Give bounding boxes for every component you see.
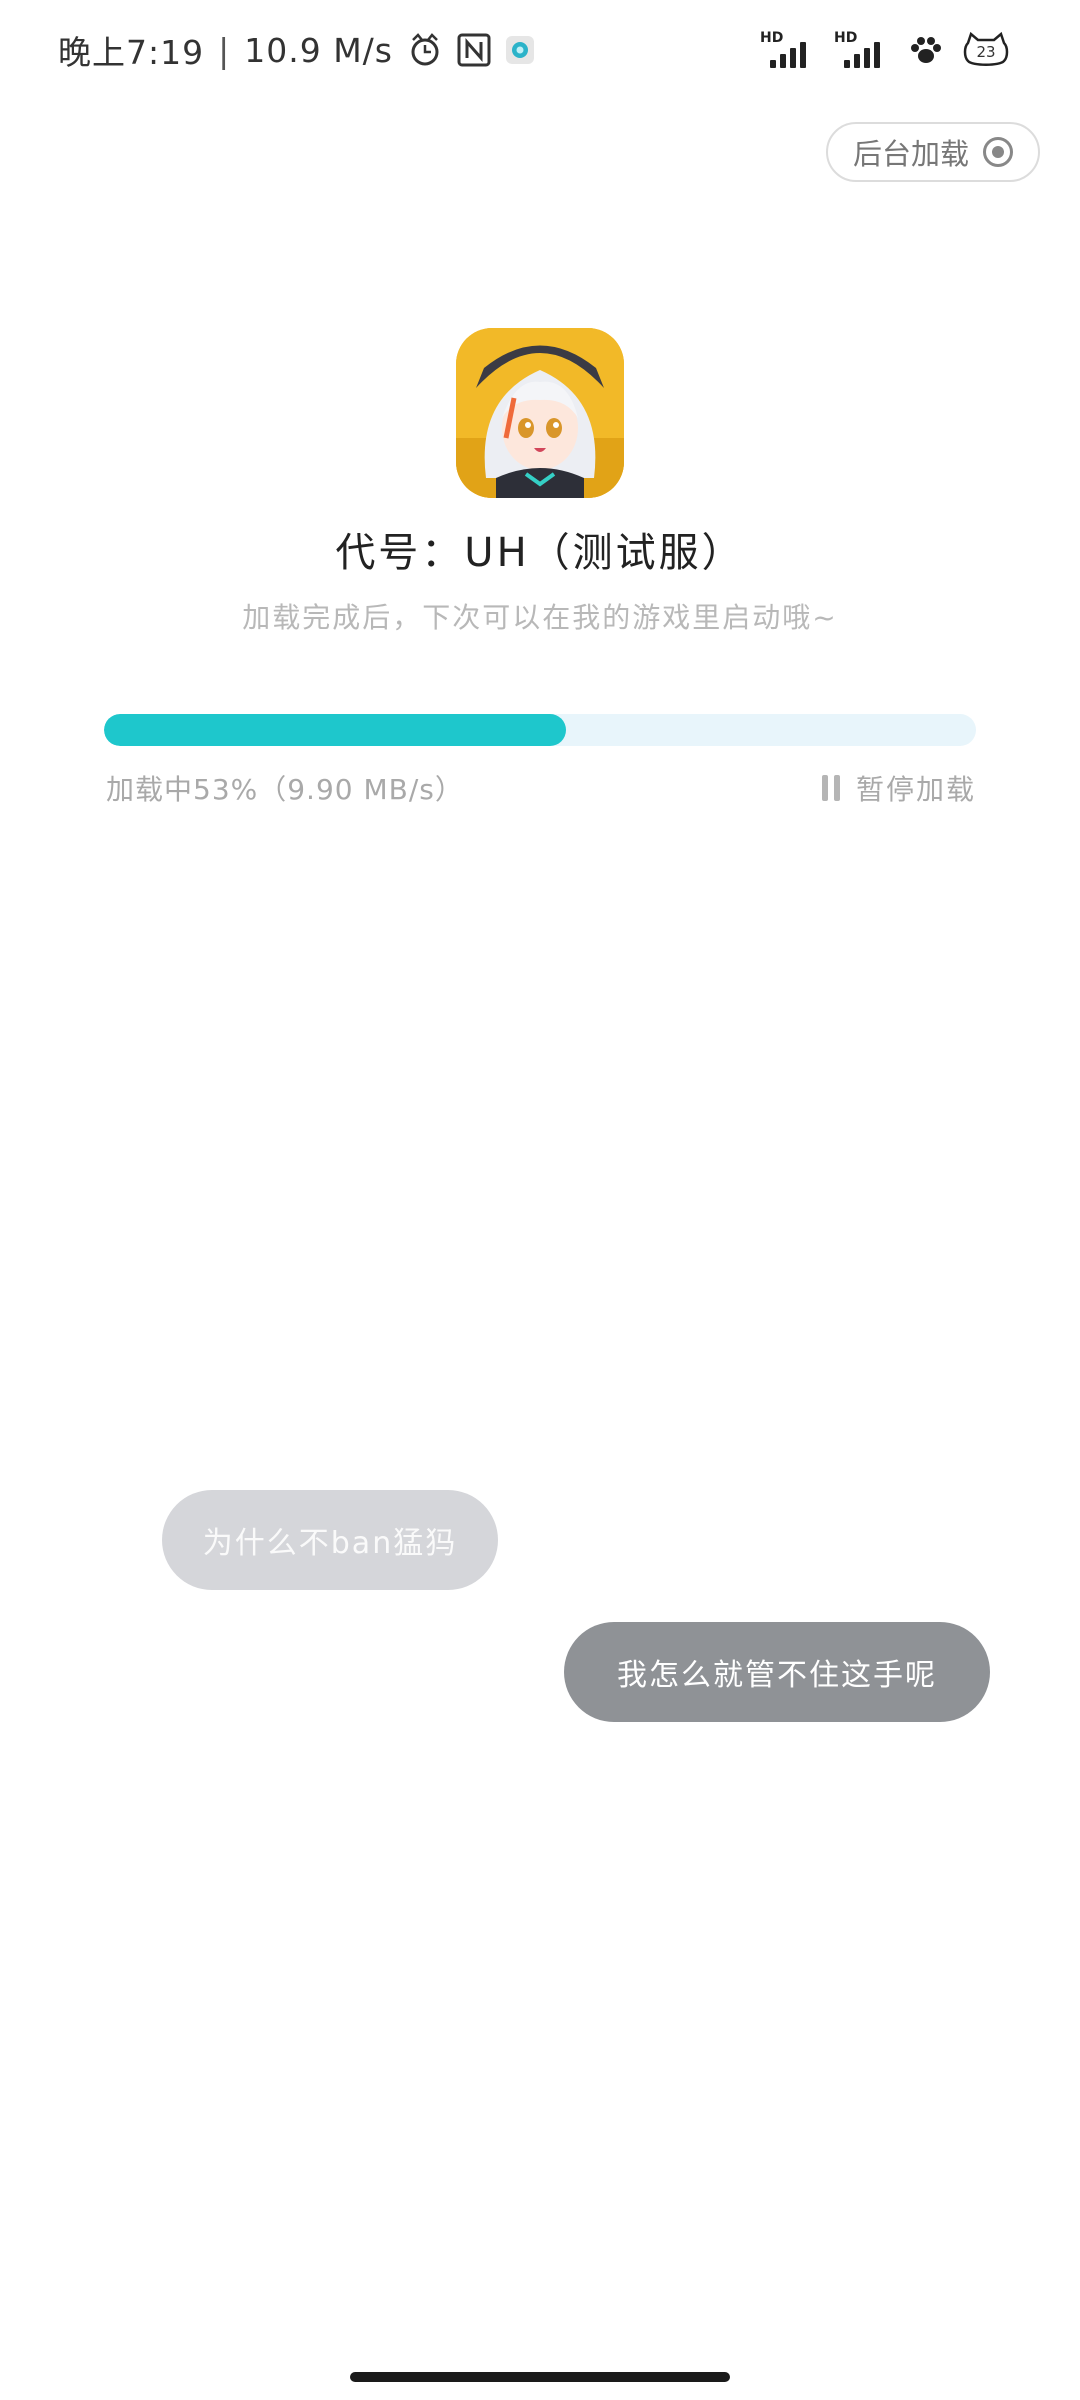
battery-level: 23 [976,43,996,61]
home-indicator[interactable] [350,2372,730,2382]
status-time: 晚上7:19 [58,33,205,72]
hd-signal-1-icon: HD [760,30,816,70]
status-net-speed: 10.9 M/s [244,30,393,70]
pause-label: 暂停加载 [855,773,976,806]
game-avatar-icon [456,328,624,498]
app-subtitle: 加载完成后，下次可以在我的游戏里启动哦~ [242,601,838,634]
nfc-icon [457,33,491,67]
cat-clock-icon [407,32,443,68]
chat-bubble-right: 我怎么就管不住这手呢 [564,1622,990,1722]
progress-fill [104,714,567,746]
app-title: 代号：UH（测试服） [335,530,745,576]
hd-signal-2-icon: HD [834,30,890,70]
cat-battery-icon: 23 [962,31,1010,69]
pause-button[interactable]: 暂停加载 [821,768,976,808]
background-load-label: 后台加载 [852,137,969,171]
status-right: HD HD 23 [760,26,1010,74]
loading-screen: 晚上7:19 | 10.9 M/s HD HD 23 后台加载 代号：UH（测试… [0,0,1080,2400]
paw-icon [908,34,944,66]
target-icon [983,137,1013,167]
status-bar: 晚上7:19 | 10.9 M/s HD HD 23 [0,0,1080,100]
progress-status: 加载中53%（9.90 MB/s） [106,773,464,806]
status-left: 晚上7:19 | 10.9 M/s [58,26,535,74]
pause-icon [821,775,840,801]
background-load-button[interactable]: 后台加载 [826,122,1040,182]
progress-bar [104,714,976,746]
chat-bubble-left: 为什么不ban猛犸 [162,1490,498,1590]
status-separator: | [218,30,231,70]
app-notification-icon [505,35,535,65]
